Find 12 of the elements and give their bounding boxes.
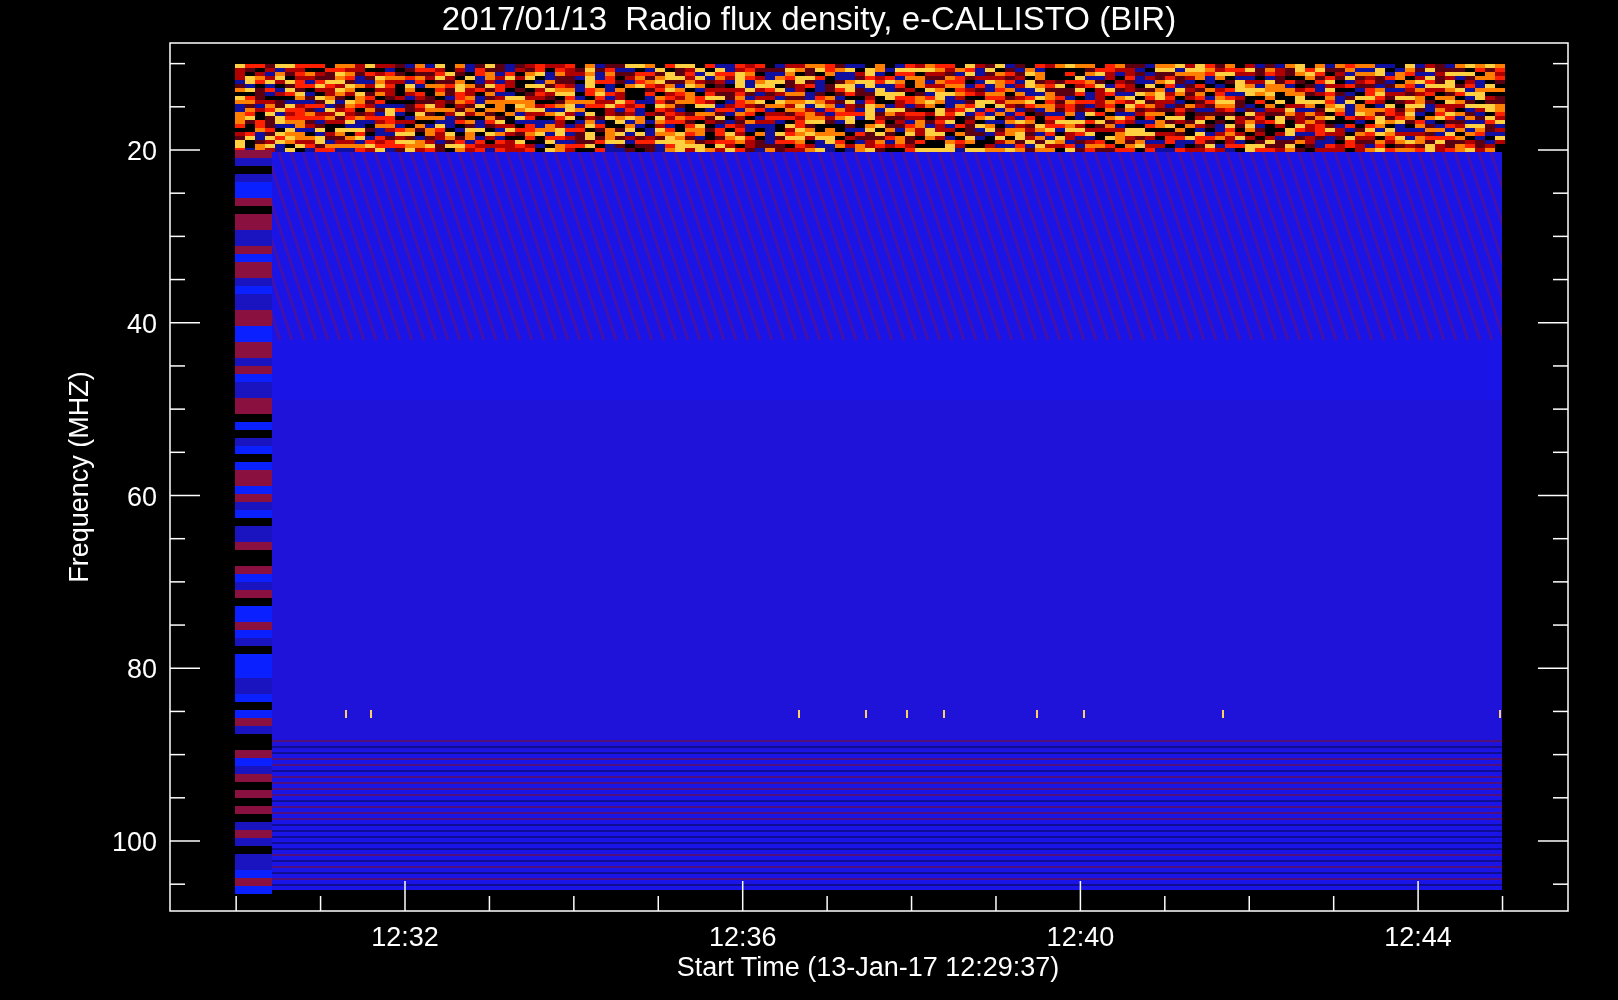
tick-label: 40 <box>126 308 157 339</box>
tick-label: 12:32 <box>371 922 439 952</box>
axis-label: Frequency (MHZ) <box>64 371 94 583</box>
tick-label: 12:40 <box>1046 922 1115 952</box>
tick-label: 60 <box>126 481 157 512</box>
tick-label: 20 <box>126 136 157 166</box>
tick-label: 12:44 <box>1384 922 1452 952</box>
tick-label: 100 <box>111 827 157 857</box>
axis-label: Start Time (13-Jan-17 12:29:37) <box>676 952 1060 982</box>
tick-label: 12:36 <box>708 922 777 952</box>
plot-title: 2017/01/13 Radio flux density, e-CALLISTO (BIR) <box>441 0 1177 37</box>
tick-label: 80 <box>126 654 157 685</box>
